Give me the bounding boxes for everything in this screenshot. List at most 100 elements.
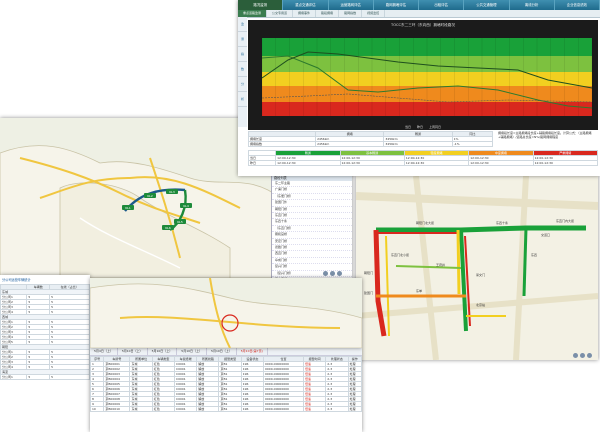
route-marker[interactable]: KL2	[144, 193, 156, 198]
grid-cell: 京B1	[218, 406, 242, 412]
main-navbar: 路况监测 重点交通评估 运营路网评估 路网拥堵评估 出租评估 公共交通管理 离线分析 企业信息…	[238, 0, 600, 10]
side-tab[interactable]: 监	[238, 17, 247, 32]
nav-item[interactable]: 路网拥堵评估	[374, 0, 419, 10]
sub-tab[interactable]: 拥堵事件	[293, 10, 317, 17]
nav-item[interactable]: 运营路网评估	[329, 0, 374, 10]
date-tab[interactable]: 5月4日（上）	[90, 348, 118, 355]
grid-cell: 0000-00000000	[262, 406, 305, 412]
traffic-detail-window: 朝阳门北大街 东四十条 东直门内大街 东直门北小街 朝阳门 建国门 东单 王府井 崇文门 北京站 东…	[356, 176, 598, 360]
side-tab[interactable]: 数	[238, 62, 247, 77]
grid-cell: 10	[90, 406, 105, 412]
nav-item[interactable]: 公共交通管理	[464, 0, 510, 10]
grid-cell: 解放	[196, 406, 220, 412]
side-tabs: 监测指数分析	[238, 17, 247, 127]
side-tab[interactable]: 指	[238, 47, 247, 62]
date-tab[interactable]: 5月10日（上）	[177, 348, 208, 355]
map1-controls	[323, 271, 342, 276]
grid-cell: 京B00010	[103, 406, 131, 412]
stats-panel: 拥堵 畅通 同比 拥堵长度 2456km 3456km 1% 拥堵指数 2456km 3456km…	[247, 131, 599, 176]
table-row[interactable]: 10 京B00010 东城 红色 C0001 解放 京B1 196 0000-00000000 低…	[90, 406, 362, 412]
traffic-detail-map[interactable]: 朝阳门北大街 东四十条 东直门内大街东直门北小街朝阳门建国门 东单 王府井崇文门北京站 东…	[356, 176, 598, 360]
side-tab[interactable]: 析	[238, 92, 247, 107]
date-tab[interactable]: 5月10日（上）	[118, 348, 148, 355]
grid-cell: 东城	[129, 406, 153, 412]
street-label: 王府井	[436, 262, 445, 267]
branch-row[interactable]: 分公司1 5 5	[0, 374, 90, 380]
layer-icon[interactable]	[587, 353, 592, 358]
alarm-table: 序号 车牌号 所属单位 车辆类型 车载终端 所属线路 报警类型 设备状态 位置 报警时间 处理状态操…	[90, 356, 362, 412]
street-label: 崇文门	[476, 272, 485, 277]
grid-cell: 红色	[151, 406, 175, 412]
road-list-panel: 路段列表 东二环主路 广渠门桥 （东便门桥） 建国门外 朝阳门桥 东直门桥 东四十条 （东直门…	[271, 174, 352, 278]
street-label: 北京站	[476, 302, 485, 307]
svg-text:KL6: KL6	[165, 226, 171, 230]
stats-cell: -1%	[451, 141, 494, 147]
route-marker[interactable]: KL5	[174, 219, 186, 224]
grid-cell: C0001	[173, 406, 198, 412]
legend-item: 上周同日	[429, 125, 442, 129]
route-marker[interactable]: KL4	[180, 203, 192, 208]
nav-item[interactable]: 离线分析	[510, 0, 555, 10]
nav-item[interactable]: 路况监测	[238, 0, 284, 10]
street-label: 东四	[531, 252, 537, 257]
zoom-in-icon[interactable]	[573, 353, 578, 358]
svg-text:KL1: KL1	[125, 206, 131, 210]
district-map-window	[90, 278, 362, 348]
congestion-chart	[261, 38, 593, 116]
branch-stats-title: 分公司运营车辆统计	[2, 278, 31, 282]
legend-item: 当日	[404, 125, 411, 129]
level-cell: 12:00-12:30	[275, 160, 341, 166]
route-marker[interactable]: KL1	[122, 205, 134, 210]
street-label: 东单	[416, 288, 422, 293]
date-tab[interactable]: 5月10日(第7页)	[237, 348, 268, 355]
svg-text:KL4: KL4	[183, 204, 189, 208]
district-map[interactable]	[90, 278, 362, 348]
legend-item: 昨日	[416, 125, 423, 129]
side-tab[interactable]: 分	[238, 77, 247, 92]
date-tabs: 5月4日（上） 5月10日（上） 5月10日（上） 5月10日（上） 5月10日（上） 5…	[90, 348, 362, 356]
stats-cell: 3456km	[383, 141, 453, 147]
sub-tab[interactable]: 路网指数	[339, 10, 363, 17]
sub-tab[interactable]: 视频监控	[362, 10, 386, 17]
chart-panel: TOCC东二三环（东向西）拥堵时段路况 当日 昨日 上周同日	[248, 20, 598, 130]
pan-icon[interactable]	[337, 271, 342, 276]
sub-tab[interactable]: 重点道路监测	[238, 10, 268, 17]
street-label: 朝阳门北大街	[416, 220, 434, 225]
side-tab[interactable]: 测	[238, 32, 247, 47]
street-label: 东直门北小街	[391, 252, 409, 257]
alarm-table-window: 5月4日（上） 5月10日（上） 5月10日（上） 5月10日（上） 5月10日（上） 5…	[90, 348, 362, 432]
chart-title: TOCC东二三环（东向西）拥堵时段路况	[391, 23, 455, 27]
map2-controls	[573, 353, 592, 358]
grid-cell[interactable]: 处理	[347, 406, 362, 412]
level-row: 昨日 12:00-12:30 12:00-12:30 12:00-12:30 12:00…	[247, 160, 599, 166]
calc-note: 拥堵段长度=主路拥堵段长度+辅路拥堵段长度。计算公式：（主路拥堵+辅路拥堵）/道…	[498, 131, 592, 139]
nav-item[interactable]: 出租评估	[419, 0, 465, 10]
road-list: 东二环主路 广渠门桥 （东便门桥） 建国门外 朝阳门桥 东直门桥 东四十条 （东直门桥） 雍和宫…	[272, 181, 352, 278]
nav-item[interactable]: 重点交通评估	[283, 0, 329, 10]
chart-legend: 当日 昨日 上周同日	[248, 124, 598, 129]
stats-cell: 拥堵指数	[247, 141, 317, 147]
congestion-level-table: 畅通 基本畅通 轻度拥堵 中度拥堵 严重拥堵 当日 12:00-12:30 12:00-12:…	[247, 150, 599, 166]
sub-tab[interactable]: 路段拥堵	[316, 10, 340, 17]
route-marker[interactable]: KL3	[166, 189, 178, 194]
branch-stats-window: 分公司运营车辆统计 车辆数 在线（占比） 东城 分公司1 5 5 分公司2 5 5 分公司3 5 5 分…	[0, 275, 90, 432]
sub-tab[interactable]: 公交专用道	[267, 10, 294, 17]
zoom-out-icon[interactable]	[330, 271, 335, 276]
zoom-in-icon[interactable]	[323, 271, 328, 276]
grid-cell: 低速	[302, 406, 327, 412]
date-tab[interactable]: 5月10日（上）	[207, 348, 237, 355]
street-label: 建国门	[364, 290, 373, 295]
zoom-out-icon[interactable]	[580, 353, 585, 358]
street-label: 交道口	[541, 232, 550, 237]
nav-item[interactable]: 企业信息绩效	[555, 0, 600, 10]
branch-cell: 5	[26, 374, 51, 380]
branch-cell: 分公司1	[0, 374, 28, 380]
street-label: 朝阳门	[364, 270, 373, 275]
congestion-stats-table: 拥堵 畅通 同比 拥堵长度 2456km 3456km 1% 拥堵指数 2456km 3456km…	[247, 131, 494, 147]
route-marker[interactable]: KL6	[162, 225, 174, 230]
branch-stats-table: 车辆数 在线（占比） 东城 分公司1 5 5 分公司2 5 5 分公司3 5 5 分公司4 5 5 西城 分公司…	[0, 284, 90, 380]
grid-cell: 196	[240, 406, 264, 412]
date-tab[interactable]: 5月10日（上）	[148, 348, 178, 355]
street-label: 东四十条	[496, 220, 508, 225]
level-cell: 12:00-12:30	[403, 160, 470, 166]
